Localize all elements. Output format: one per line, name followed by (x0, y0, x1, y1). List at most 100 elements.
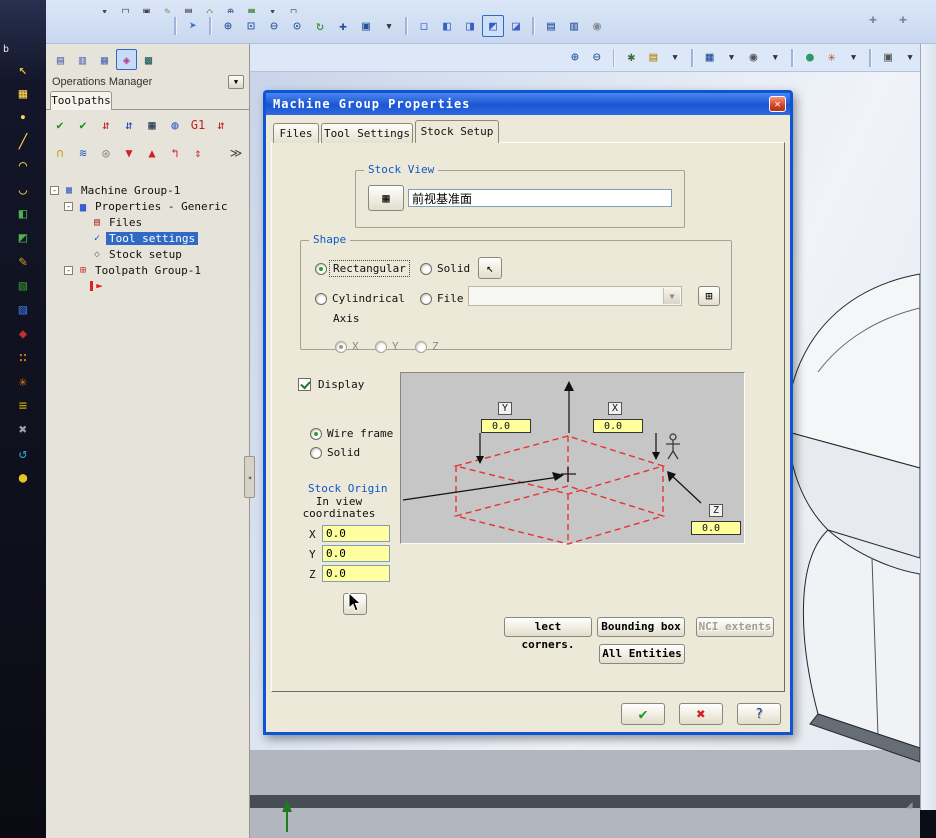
solid-shape-radio[interactable] (420, 263, 432, 275)
panel-icon-active-view[interactable]: ◈ (116, 49, 137, 70)
select-corners-button[interactable]: lect corners. (504, 617, 592, 651)
gview-dropdown-icon[interactable]: ▾ (765, 47, 785, 69)
cylindrical-radio-label[interactable]: Cylindrical (329, 291, 408, 306)
clipped-view-icon[interactable]: ▣ (138, 0, 155, 14)
panel-icon-solids[interactable]: ▩ (138, 49, 159, 70)
solid-pick-button[interactable]: ↖ (478, 257, 502, 279)
overflow-chevron-icon[interactable]: ≫ (225, 142, 247, 164)
create-line-icon[interactable]: ╱ (9, 130, 37, 154)
tree-files[interactable]: ▤ Files (46, 214, 249, 230)
shape-library-icon[interactable]: ◆ (9, 322, 37, 346)
section-view-icon[interactable]: ▥ (563, 15, 585, 37)
xform-icon[interactable]: ✖ (9, 418, 37, 442)
number-pad-icon[interactable]: ∷ (9, 346, 37, 370)
rectangular-radio[interactable] (315, 263, 327, 275)
clipped-machine-icon[interactable]: ▦ (243, 0, 260, 14)
close-button[interactable]: ✕ (769, 96, 786, 112)
file-shape-radio[interactable] (420, 293, 432, 305)
levels-icon[interactable]: ▤ (643, 47, 663, 69)
origin-x-input[interactable] (322, 525, 390, 542)
regen-selected-icon[interactable]: ⇵ (95, 114, 117, 136)
ok-button[interactable]: ✔ (621, 703, 665, 725)
lock-icon[interactable]: ∩ (49, 142, 71, 164)
bounding-box-button[interactable]: Bounding box (597, 617, 685, 637)
regen-all-icon[interactable]: ⇵ (118, 114, 140, 136)
zoom-target-icon[interactable]: ⊙ (286, 15, 308, 37)
repaint-icon[interactable]: ↻ (309, 15, 331, 37)
unzoom-small-icon[interactable]: ⊖ (587, 47, 607, 69)
planes-dropdown-icon[interactable]: ▾ (722, 47, 742, 69)
display-checkbox[interactable] (298, 378, 311, 391)
insert-indent-icon[interactable]: ↰ (164, 142, 186, 164)
backplot-icon[interactable]: ◍ (164, 114, 186, 136)
scroll-insert-icon[interactable]: ⇕ (187, 142, 209, 164)
render-dropdown-icon[interactable]: ▾ (844, 47, 864, 69)
cylindrical-radio[interactable] (315, 293, 327, 305)
help-button[interactable]: ? (737, 703, 781, 725)
solid-render-radio-label[interactable]: Solid (324, 445, 363, 460)
burst-icon[interactable]: ✳ (9, 370, 37, 394)
panel-dropdown-button[interactable]: ▼ (228, 75, 244, 89)
tree-expander-icon[interactable]: - (64, 265, 73, 275)
rectangular-radio-label[interactable]: Rectangular (329, 260, 410, 277)
create-point-icon[interactable]: ∙ (9, 106, 37, 130)
origin-z-input[interactable] (322, 565, 390, 582)
render-settings-icon[interactable]: ✳ (822, 47, 842, 69)
tree-toolpath-group[interactable]: - ⊞ Toolpath Group-1 (46, 262, 249, 278)
viewsheet-icon[interactable]: ▤ (540, 15, 562, 37)
stock-view-input[interactable] (408, 189, 672, 207)
shading-sphere-icon[interactable]: ● (800, 47, 820, 69)
origin-y-input[interactable] (322, 545, 390, 562)
move-up-icon[interactable]: ▲ (141, 142, 163, 164)
shaded-edges-view-icon[interactable]: ◩ (482, 15, 504, 37)
select-all-operations-icon[interactable]: ✔ (49, 114, 71, 136)
create-surface-icon[interactable]: ◧ (9, 202, 37, 226)
zoom-out-icon[interactable]: ⊖ (263, 15, 285, 37)
wire-frame-radio-label[interactable]: Wire frame (324, 426, 396, 441)
tree-expander-icon[interactable]: - (64, 201, 73, 211)
pan-icon[interactable]: ✚ (332, 15, 354, 37)
zoom-fit-small-icon[interactable]: ⊕ (565, 47, 585, 69)
workspace-icon[interactable]: ▣ (878, 47, 898, 69)
gview-icon[interactable]: ◉ (743, 47, 763, 69)
plane-icon[interactable]: ▨ (9, 298, 37, 322)
tab-files[interactable]: Files (273, 123, 319, 143)
fit-screen-icon[interactable]: ▣ (355, 15, 377, 37)
clipped-create-icon[interactable]: ▤ (180, 0, 197, 14)
tab-toolpaths[interactable]: Toolpaths (50, 91, 112, 110)
zoom-dropdown-icon[interactable]: ▾ (378, 15, 400, 37)
workspace-dropdown-icon[interactable]: ▾ (900, 47, 920, 69)
clipped-help-icon[interactable]: ◻ (285, 0, 302, 14)
preview-y-value-field[interactable]: 0.0 (481, 419, 531, 433)
planes-icon[interactable]: ▦ (700, 47, 720, 69)
tree-properties-generic[interactable]: - ▅ Properties - Generic (46, 198, 249, 214)
clipped-settings-icon[interactable]: ▾ (264, 0, 281, 14)
undo-icon[interactable]: ↺ (9, 442, 37, 466)
panel-icon-pages[interactable]: ▥ (72, 49, 93, 70)
stock-file-browse-button[interactable]: ⊞ (698, 286, 720, 306)
clipped-solids-icon[interactable]: ◇ (201, 0, 218, 14)
clipped-xform-icon[interactable]: ⊕ (222, 0, 239, 14)
tab-tool-settings[interactable]: Tool Settings (321, 123, 413, 143)
panel-icon-grid[interactable]: ▦ (94, 49, 115, 70)
feed-speed-icon[interactable]: ⇵ (210, 114, 232, 136)
help-sphere-icon[interactable]: ● (9, 466, 37, 490)
cursor-tool-icon[interactable]: ➤ (182, 15, 204, 37)
clipped-file-icon[interactable]: ▾ (96, 0, 113, 14)
select-cursor-icon[interactable]: ↖ (9, 58, 37, 82)
file-shape-radio-label[interactable]: File (434, 291, 467, 306)
preview-x-value-field[interactable]: 0.0 (593, 419, 643, 433)
zoom-in-icon[interactable]: ⊕ (217, 15, 239, 37)
hidden-line-view-icon[interactable]: ◧ (436, 15, 458, 37)
solid-shape-radio-label[interactable]: Solid (434, 261, 473, 276)
rapid-display-icon[interactable]: ◎ (95, 142, 117, 164)
all-entities-button[interactable]: All Entities (599, 644, 685, 664)
tree-tool-settings[interactable]: ✓ Tool settings (46, 230, 249, 246)
clipped-analyze-icon[interactable]: ✎ (159, 0, 176, 14)
tab-stock-setup[interactable]: Stock Setup (415, 120, 499, 143)
layers-icon[interactable]: ≡ (9, 394, 37, 418)
panel-splitter-handle[interactable]: ◂ (244, 456, 255, 498)
zoom-window-icon[interactable]: ⊡ (240, 15, 262, 37)
dock-anchor-icon-2[interactable]: ✚ (892, 8, 914, 30)
create-arc-icon[interactable]: ◠ (9, 154, 37, 178)
